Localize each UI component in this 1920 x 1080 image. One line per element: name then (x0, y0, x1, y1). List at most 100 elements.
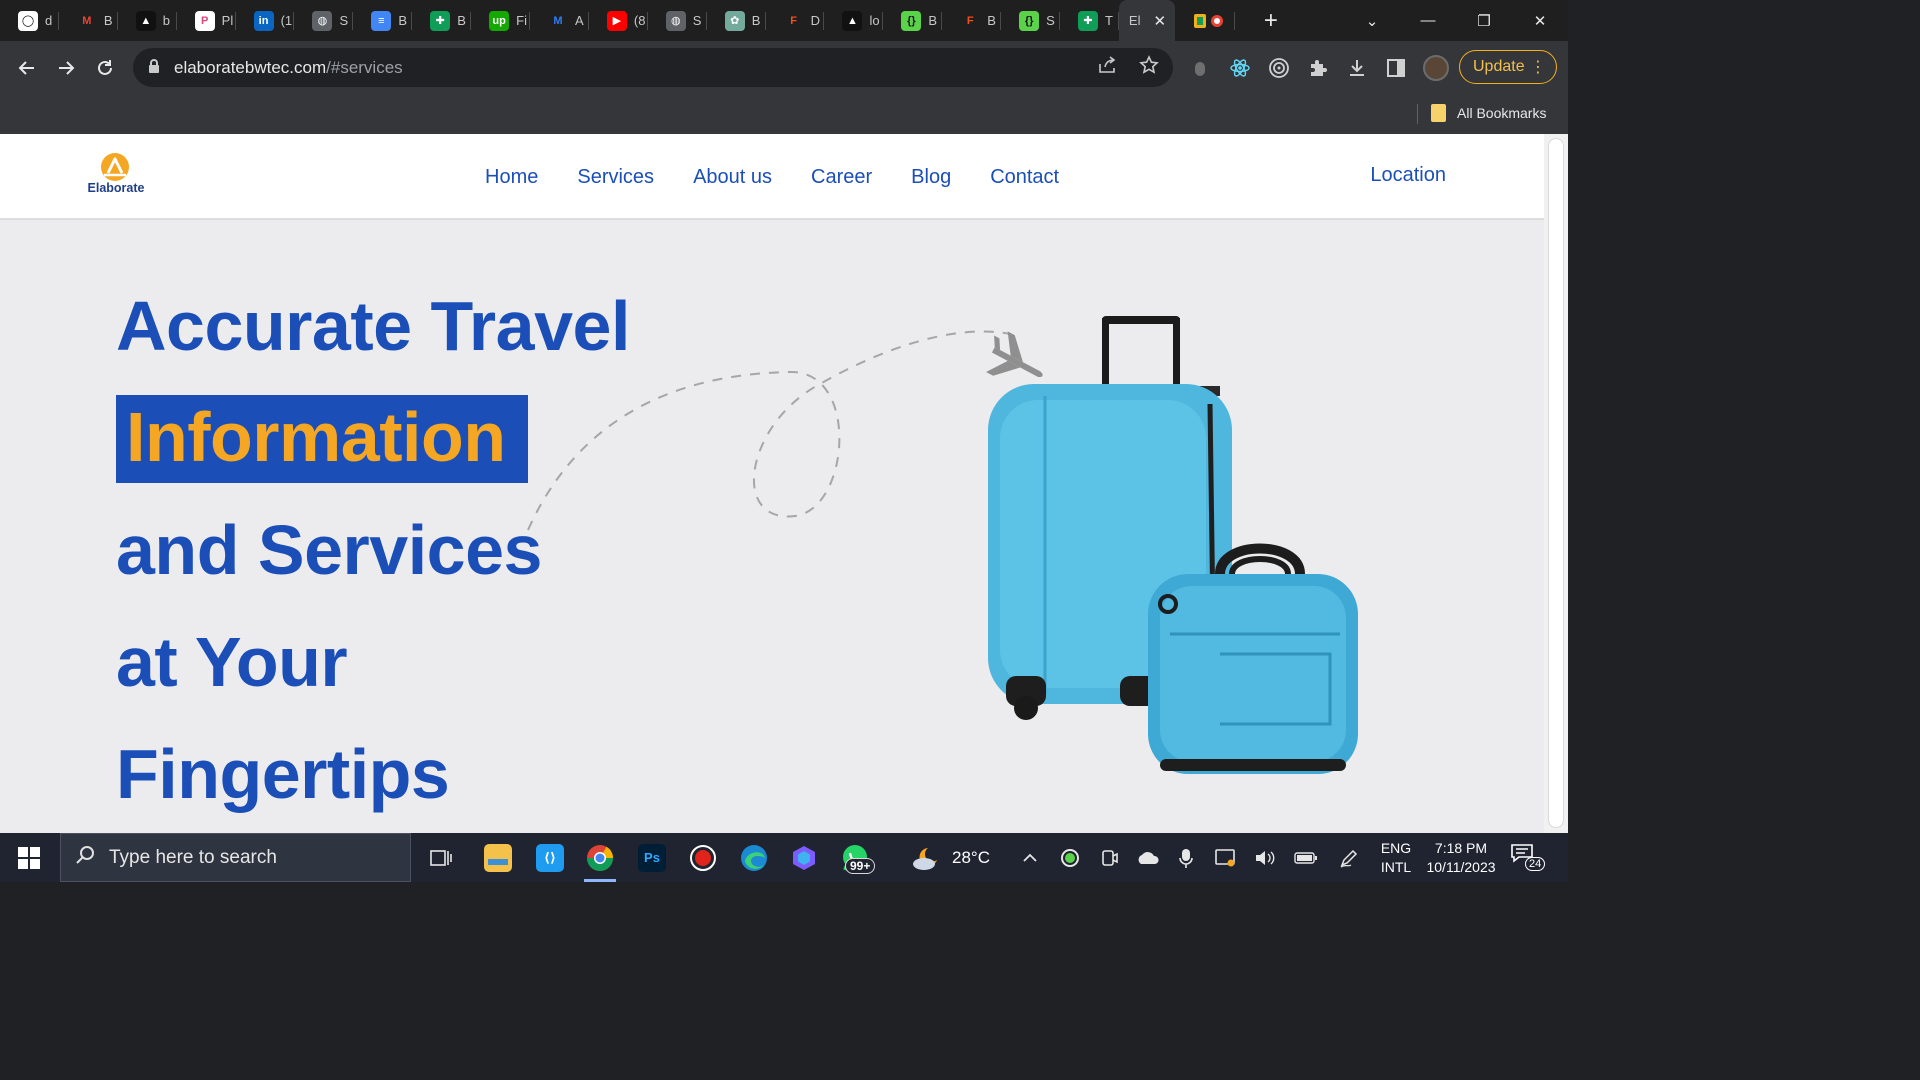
api-icon: {} (901, 10, 922, 31)
nav-blog[interactable]: Blog (911, 166, 951, 189)
tab-title: D (810, 13, 820, 28)
profile-avatar[interactable] (1423, 41, 1449, 94)
tab-active[interactable]: El ✕ (1118, 0, 1175, 41)
travel-bag-illustration (1148, 543, 1358, 774)
tab-title: B (987, 13, 996, 28)
search-icon (75, 845, 95, 871)
tab-2[interactable]: ▲ b (118, 0, 177, 41)
tab-title: d (45, 13, 53, 28)
tab-8[interactable]: up Fi (471, 0, 530, 41)
task-view-button[interactable] (417, 833, 465, 882)
tab-title: lo (869, 13, 880, 28)
tab-11[interactable]: ◍ S (648, 0, 707, 41)
tray-app-green[interactable] (1056, 833, 1084, 882)
tab-6[interactable]: ≡ B (353, 0, 413, 41)
nav-about-us[interactable]: About us (693, 166, 772, 189)
pen-icon[interactable] (1336, 833, 1362, 882)
share-icon[interactable] (1097, 56, 1117, 79)
tab-12[interactable]: ✿ B (707, 0, 766, 41)
photoshop-button[interactable]: Ps (628, 833, 676, 882)
notification-center-button[interactable]: 24 (1510, 843, 1546, 875)
lock-icon[interactable] (148, 59, 164, 76)
tab-3[interactable]: P Pl (177, 0, 236, 41)
show-hidden-icons[interactable] (1018, 833, 1042, 882)
reload-button[interactable] (85, 48, 124, 88)
nav-location[interactable]: Location (1370, 164, 1446, 187)
system-clock[interactable]: 7:18 PM 10/11/2023 (1420, 839, 1502, 877)
tab-9[interactable]: MA (530, 0, 589, 41)
download-icon[interactable] (1346, 41, 1368, 94)
extension-mouse-icon[interactable] (1193, 41, 1207, 94)
close-tab-icon[interactable]: ✕ (1153, 12, 1166, 30)
site-header: Elaborate Home Services About us Career … (0, 134, 1544, 220)
start-button[interactable] (0, 833, 58, 882)
tab-17[interactable]: {} S (1001, 0, 1060, 41)
microphone-icon[interactable] (1174, 833, 1198, 882)
file-explorer-button[interactable] (474, 833, 522, 882)
copilot-button[interactable] (780, 833, 828, 882)
back-arrow-icon (18, 60, 34, 75)
gmail-icon: M (76, 10, 97, 31)
tab-4[interactable]: in (1 (236, 0, 295, 41)
address-bar[interactable]: elaboratebwtec.com/#services (133, 48, 1173, 87)
nav-services[interactable]: Services (577, 166, 654, 189)
meet-now-icon[interactable] (1096, 833, 1122, 882)
display-sync-icon[interactable] (1212, 833, 1238, 882)
update-button[interactable]: Update ⋮ (1459, 50, 1557, 84)
nav-home[interactable]: Home (485, 166, 538, 189)
react-devtools-icon[interactable] (1229, 41, 1251, 94)
forward-button[interactable] (46, 48, 85, 88)
edge-button[interactable] (730, 833, 778, 882)
nav-career[interactable]: Career (811, 166, 872, 189)
volume-icon[interactable] (1252, 833, 1278, 882)
side-panel-icon[interactable] (1386, 41, 1406, 94)
main-nav: Home Services About us Career Blog Conta… (485, 134, 1059, 220)
tab-title: (8 (633, 13, 646, 28)
tab-7[interactable]: ✚ B (412, 0, 472, 41)
bookmark-star-icon[interactable] (1139, 55, 1159, 80)
tab-14[interactable]: ▲ lo (824, 0, 884, 41)
battery-icon[interactable] (1292, 833, 1320, 882)
target-extension-icon[interactable] (1268, 41, 1290, 94)
taskbar-search[interactable]: Type here to search (60, 833, 411, 882)
chrome-button[interactable] (576, 833, 624, 882)
tab-15[interactable]: {} B (883, 0, 943, 41)
all-bookmarks-button[interactable]: All Bookmarks (1431, 104, 1546, 122)
window-controls: ⌄ — ❐ ✕ (1344, 0, 1568, 41)
tab-0[interactable]: ◯ d (0, 0, 59, 41)
tab-recorder[interactable] (1175, 0, 1235, 41)
record-icon (690, 844, 716, 871)
tab-18[interactable]: ✚ T (1060, 0, 1119, 41)
scrollbar-thumb[interactable] (1548, 138, 1564, 828)
tab-16[interactable]: FB (942, 0, 1002, 41)
weather-widget[interactable]: 28°C (910, 833, 990, 882)
input-language[interactable]: ENG INTL (1378, 839, 1414, 877)
task-view-icon (430, 849, 452, 866)
back-button[interactable] (7, 48, 46, 88)
tab-title: B (928, 13, 938, 28)
omnibox-actions (1097, 48, 1159, 87)
api-icon: {} (1019, 10, 1040, 31)
close-window-button[interactable]: ✕ (1512, 0, 1568, 41)
upwork-icon: up (489, 10, 510, 31)
minimize-button[interactable]: — (1400, 0, 1456, 41)
partly-cloudy-night-icon (913, 847, 937, 870)
tab-1[interactable]: MB (59, 0, 118, 41)
onedrive-icon[interactable] (1134, 833, 1162, 882)
kebab-menu-icon[interactable]: ⋮ (1530, 57, 1546, 77)
nav-contact[interactable]: Contact (990, 166, 1059, 189)
page-scrollbar[interactable] (1544, 134, 1568, 833)
tab-5[interactable]: ◍ S (294, 0, 354, 41)
tab-13[interactable]: FD (766, 0, 825, 41)
vscode-button[interactable]: ⟨⟩ (526, 833, 574, 882)
screen-recorder-button[interactable] (679, 833, 727, 882)
logo-sun-icon (101, 153, 129, 181)
figma-icon: F (960, 10, 981, 31)
extensions-puzzle-icon[interactable] (1307, 41, 1329, 94)
new-tab-button[interactable]: + (1249, 0, 1293, 41)
whatsapp-badge: 99+ (845, 858, 876, 874)
tab-search-icon[interactable]: ⌄ (1344, 0, 1400, 41)
restore-button[interactable]: ❐ (1456, 0, 1512, 41)
site-logo[interactable]: Elaborate (84, 151, 148, 199)
tab-10[interactable]: ▶ (8 (589, 0, 648, 41)
